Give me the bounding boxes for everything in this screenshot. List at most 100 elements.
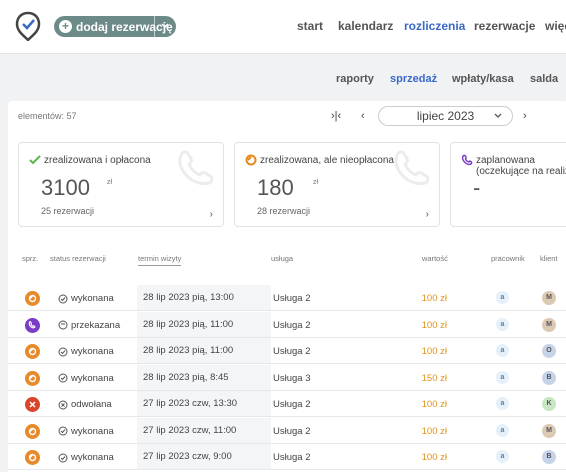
visit-date: 27 lip 2023 czw, 11:00 [137, 417, 271, 443]
header-employee[interactable]: pracownik [491, 254, 525, 263]
service-name: Usługa 2 [273, 319, 311, 331]
logo-icon[interactable] [15, 11, 41, 41]
status-text: przekazana [71, 319, 121, 331]
service-name: Usługa 2 [273, 425, 311, 437]
chevron-down-icon[interactable] [160, 21, 170, 31]
subnav-balances[interactable]: salda [530, 73, 558, 85]
visit-date: 28 lip 2023 pią, 13:00 [137, 285, 271, 310]
status-cell: wykonana [58, 452, 114, 463]
service-name: Usługa 2 [273, 346, 311, 357]
paid-partial-icon [25, 450, 40, 465]
client-avatar[interactable]: B [542, 370, 556, 385]
header-visit-date[interactable]: termin wizyty [138, 254, 182, 266]
cancel-icon [25, 397, 40, 412]
value-cell: 150 zł [421, 372, 447, 384]
value-cell: 100 zł [421, 425, 447, 437]
collapse-icon[interactable]: ›|‹ [331, 110, 341, 122]
month-select[interactable]: lipiec 2023 [378, 106, 513, 126]
nav-calendar[interactable]: kalendarz [338, 19, 393, 33]
header-service[interactable]: usługa [271, 254, 293, 263]
status-cell: wykonana [58, 346, 114, 357]
card-currency: zł [313, 179, 319, 186]
check-circle-icon [58, 347, 68, 356]
employee-avatar[interactable]: a [496, 291, 509, 304]
chevron-right-icon[interactable]: › [210, 209, 213, 220]
employee-avatar[interactable]: a [496, 423, 509, 437]
nav-more[interactable]: więc [545, 19, 566, 33]
paid-partial-icon [25, 291, 40, 306]
card-planned[interactable]: zaplanowana (oczekujące na realiza - [450, 142, 566, 227]
client-avatar[interactable]: M [542, 317, 556, 332]
nav-reservations[interactable]: rezerwacje [474, 19, 535, 33]
service-name: Usługa 3 [273, 372, 311, 384]
table-row[interactable]: wykonana 28 lip 2023 pią, 8:45 Usługa 3 150… [8, 364, 566, 391]
client-avatar[interactable]: M [542, 423, 556, 438]
employee-avatar[interactable]: a [496, 317, 509, 331]
client-avatar[interactable]: O [542, 344, 556, 358]
check-circle-icon [58, 453, 68, 462]
client-avatar[interactable]: K [542, 397, 556, 411]
status-text: wykonana [71, 452, 114, 463]
card-sub: 28 rezerwacji [257, 206, 311, 216]
header-value[interactable]: wartość [422, 254, 448, 263]
clock-circle-icon [58, 320, 68, 330]
table-row[interactable]: przekazana 28 lip 2023 pią, 11:00 Usługa 2… [8, 311, 566, 338]
card-unpaid[interactable]: zrealizowana, ale nieopłacona 180 zł 28 … [234, 142, 440, 227]
element-count: elementów: 57 [18, 111, 77, 121]
nav-settlements[interactable]: rozliczenia [404, 19, 465, 33]
card-amount: - [473, 175, 481, 200]
subnav-payments[interactable]: wpłaty/kasa [452, 73, 514, 85]
visit-date: 27 lip 2023 czw, 13:30 [137, 391, 271, 416]
status-cell: wykonana [58, 373, 114, 384]
header-status[interactable]: status rezerwacji [50, 254, 106, 263]
value-cell: 100 zł [421, 399, 447, 410]
status-cell: wykonana [58, 426, 114, 437]
card-sub: 25 rezerwacji [41, 206, 95, 216]
employee-avatar[interactable]: a [496, 370, 509, 384]
check-circle-icon [58, 426, 68, 436]
client-avatar[interactable]: B [542, 450, 556, 464]
plus-icon: + [59, 20, 72, 33]
paid-partial-icon [25, 344, 40, 359]
check-circle-icon [58, 294, 68, 303]
value-cell: 100 zł [421, 346, 447, 357]
value-cell: 100 zł [421, 319, 447, 331]
next-month-icon[interactable]: › [523, 110, 527, 122]
employee-avatar[interactable]: a [496, 397, 509, 410]
status-cell: odwołana [58, 399, 112, 410]
table-row[interactable]: wykonana 27 lip 2023 czw, 9:00 Usługa 2 100… [8, 444, 566, 470]
employee-avatar[interactable]: a [496, 450, 509, 463]
chevron-right-icon[interactable]: › [426, 209, 429, 220]
table-row[interactable]: wykonana 27 lip 2023 czw, 11:00 Usługa 2 10… [8, 417, 566, 444]
status-text: odwołana [71, 399, 112, 410]
add-reservation-button[interactable]: + dodaj rezerwację [54, 16, 176, 37]
nav-start[interactable]: start [297, 19, 323, 33]
check-circle-icon [58, 373, 68, 383]
x-circle-icon [58, 400, 68, 409]
visit-date: 27 lip 2023 czw, 9:00 [137, 444, 271, 469]
service-name: Usługa 2 [273, 452, 311, 463]
client-avatar[interactable]: M [542, 291, 556, 305]
card-amount: 3100 [41, 175, 90, 200]
card-currency: zł [107, 179, 113, 186]
month-label: lipiec 2023 [416, 109, 475, 123]
header-sale: sprz. [22, 254, 39, 263]
visit-date: 28 lip 2023 pią, 11:00 [137, 311, 271, 337]
status-text: wykonana [71, 346, 114, 357]
value-cell: 100 zł [421, 452, 447, 463]
subnav-sales[interactable]: sprzedaż [390, 73, 437, 85]
table-row[interactable]: wykonana 28 lip 2023 pią, 13:00 Usługa 2 10… [8, 285, 566, 311]
subnav-reports[interactable]: raporty [336, 73, 374, 85]
table-row[interactable]: odwołana 27 lip 2023 czw, 13:30 Usługa 2 10… [8, 391, 566, 417]
header-client[interactable]: klient [540, 254, 558, 263]
visit-date: 28 lip 2023 pią, 8:45 [137, 364, 271, 390]
phone-icon [461, 154, 473, 166]
add-reservation-label: dodaj rezerwację [76, 19, 173, 34]
employee-avatar[interactable]: a [496, 344, 509, 357]
table-row[interactable]: wykonana 28 lip 2023 pią, 11:00 Usługa 2 10… [8, 338, 566, 364]
card-paid[interactable]: zrealizowana i opłacona 3100 zł 25 rezer… [18, 142, 224, 227]
prev-month-icon[interactable]: ‹ [361, 110, 365, 122]
paid-partial-icon [25, 370, 40, 386]
visit-date: 28 lip 2023 pią, 11:00 [137, 338, 271, 363]
phone-icon [25, 317, 40, 333]
